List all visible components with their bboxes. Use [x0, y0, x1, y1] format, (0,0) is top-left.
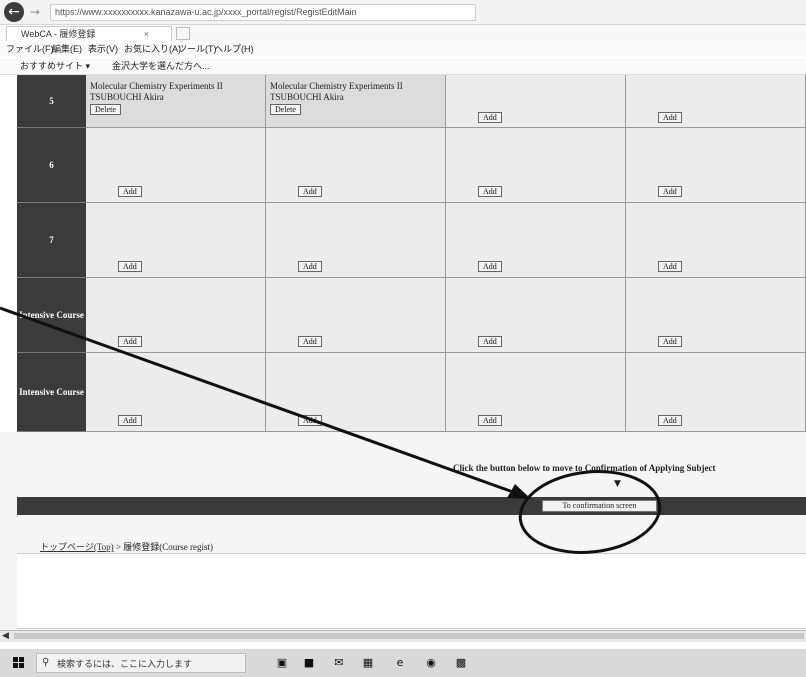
address-bar: ← → https://www.xxxxxxxxxx.kanazawa-u.ac…	[0, 0, 806, 25]
timetable-cell: Add	[446, 128, 626, 203]
tab-title: WebCA - 履修登録	[21, 29, 96, 39]
add-course-button[interactable]: Add	[298, 186, 322, 197]
task-view-icon[interactable]: ▣	[276, 657, 288, 669]
add-course-button[interactable]: Add	[658, 186, 682, 197]
add-course-button[interactable]: Add	[478, 415, 502, 426]
taskbar: 検索するには、ここに入力します ⚲ ▣ ■ ✉ ▦ e ◉ ▩	[0, 649, 806, 677]
period-label: 6	[17, 128, 86, 203]
confirmation-button[interactable]: To confirmation screen	[542, 500, 657, 512]
timetable-cell: Add	[626, 75, 806, 128]
tab-bar: WebCA - 履修登録 ×	[0, 25, 806, 41]
menu-favorites[interactable]: お気に入り(A)	[124, 43, 181, 56]
timetable-cell: Add	[626, 278, 806, 353]
period-label: 7	[17, 203, 86, 278]
confirmation-instruction: Click the button below to move to Confir…	[453, 463, 716, 473]
breadcrumb-current: 履修登録(Course regist)	[123, 542, 214, 552]
add-course-button[interactable]: Add	[118, 336, 142, 347]
add-course-button[interactable]: Add	[478, 112, 502, 123]
timetable-grid: 5 Molecular Chemistry Experiments II TSUBO…	[17, 75, 806, 432]
period-label: 5	[17, 75, 86, 128]
menu-help[interactable]: ヘルプ(H)	[214, 43, 254, 56]
store-icon[interactable]: ▦	[362, 657, 374, 669]
course-teacher: TSUBOUCHI Akira	[90, 92, 164, 102]
menu-view[interactable]: 表示(V)	[88, 43, 118, 56]
add-course-button[interactable]: Add	[658, 336, 682, 347]
forward-arrow-icon[interactable]: →	[27, 4, 43, 20]
favorite-university-page[interactable]: 金沢大学を選んだ方へ...	[112, 60, 210, 72]
url-field[interactable]: https://www.xxxxxxxxxx.kanazawa-u.ac.jp/…	[50, 4, 476, 21]
menu-edit[interactable]: 編集(E)	[52, 43, 82, 56]
menu-bar: ファイル(F) 編集(E) 表示(V) お気に入り(A) ツール(T) ヘルプ(…	[0, 42, 806, 57]
search-icon: ⚲	[42, 657, 50, 668]
period-label: Intensive Course	[17, 278, 86, 353]
timetable-cell: Add	[446, 75, 626, 128]
timetable-cell: Add	[446, 278, 626, 353]
mail-icon[interactable]: ✉	[333, 657, 345, 669]
breadcrumb: トップページ(Top) > 履修登録(Course regist)	[40, 540, 213, 553]
timetable-cell: Add	[266, 128, 446, 203]
add-course-button[interactable]: Add	[118, 261, 142, 272]
menu-file[interactable]: ファイル(F)	[6, 43, 54, 56]
action-bar	[17, 497, 806, 515]
media-icon[interactable]: ◉	[425, 657, 437, 669]
content-box	[17, 553, 806, 629]
app-icon[interactable]: ▩	[455, 657, 467, 669]
new-tab-button[interactable]	[176, 27, 190, 40]
timetable-cell: Add	[626, 203, 806, 278]
add-course-button[interactable]: Add	[658, 112, 682, 123]
close-tab-icon[interactable]: ×	[144, 27, 149, 41]
file-explorer-icon[interactable]: ■	[303, 657, 315, 669]
add-course-button[interactable]: Add	[298, 261, 322, 272]
favorites-bar: おすすめサイト ▾ 金沢大学を選んだ方へ...	[0, 58, 806, 75]
add-course-button[interactable]: Add	[478, 336, 502, 347]
course-teacher: TSUBOUCHI Akira	[270, 92, 344, 102]
course-title: Molecular Chemistry Experiments II	[90, 81, 223, 91]
add-course-button[interactable]: Add	[298, 336, 322, 347]
timetable-cell: Add	[86, 278, 266, 353]
breadcrumb-top-link[interactable]: トップページ(Top)	[40, 542, 114, 552]
timetable-cell: Molecular Chemistry Experiments II TSUBOU…	[266, 75, 446, 128]
add-course-button[interactable]: Add	[478, 186, 502, 197]
back-arrow-icon[interactable]: ←	[4, 2, 24, 22]
scrollbar-thumb[interactable]	[14, 633, 804, 639]
timetable-cell: Add	[266, 203, 446, 278]
add-course-button[interactable]: Add	[658, 261, 682, 272]
delete-course-button[interactable]: Delete	[90, 104, 121, 115]
scroll-left-icon[interactable]: ◀	[2, 631, 9, 642]
add-course-button[interactable]: Add	[298, 415, 322, 426]
timetable-cell: Add	[446, 203, 626, 278]
add-course-button[interactable]: Add	[118, 415, 142, 426]
timetable-cell: Add	[86, 353, 266, 432]
browser-tab[interactable]: WebCA - 履修登録 ×	[6, 26, 172, 41]
timetable-cell: Molecular Chemistry Experiments II TSUBOU…	[86, 75, 266, 128]
course-title: Molecular Chemistry Experiments II	[270, 81, 403, 91]
period-label: Intensive Course	[17, 353, 86, 432]
horizontal-scrollbar[interactable]: ◀	[0, 630, 806, 642]
timetable-cell: Add	[266, 353, 446, 432]
edge-icon[interactable]: e	[394, 657, 406, 669]
breadcrumb-separator: >	[113, 542, 124, 552]
delete-course-button[interactable]: Delete	[270, 104, 301, 115]
down-marker-icon: ▼	[614, 479, 621, 489]
add-course-button[interactable]: Add	[478, 261, 502, 272]
timetable-cell: Add	[446, 353, 626, 432]
taskbar-search-input[interactable]: 検索するには、ここに入力します	[36, 653, 246, 673]
add-course-button[interactable]: Add	[658, 415, 682, 426]
timetable-cell: Add	[86, 128, 266, 203]
timetable-cell: Add	[626, 128, 806, 203]
menu-tools[interactable]: ツール(T)	[178, 43, 217, 56]
timetable-cell: Add	[266, 278, 446, 353]
add-course-button[interactable]: Add	[118, 186, 142, 197]
windows-start-icon[interactable]	[13, 657, 25, 669]
favorite-suggested-sites[interactable]: おすすめサイト ▾	[20, 60, 90, 72]
timetable-cell: Add	[626, 353, 806, 432]
timetable-cell: Add	[86, 203, 266, 278]
